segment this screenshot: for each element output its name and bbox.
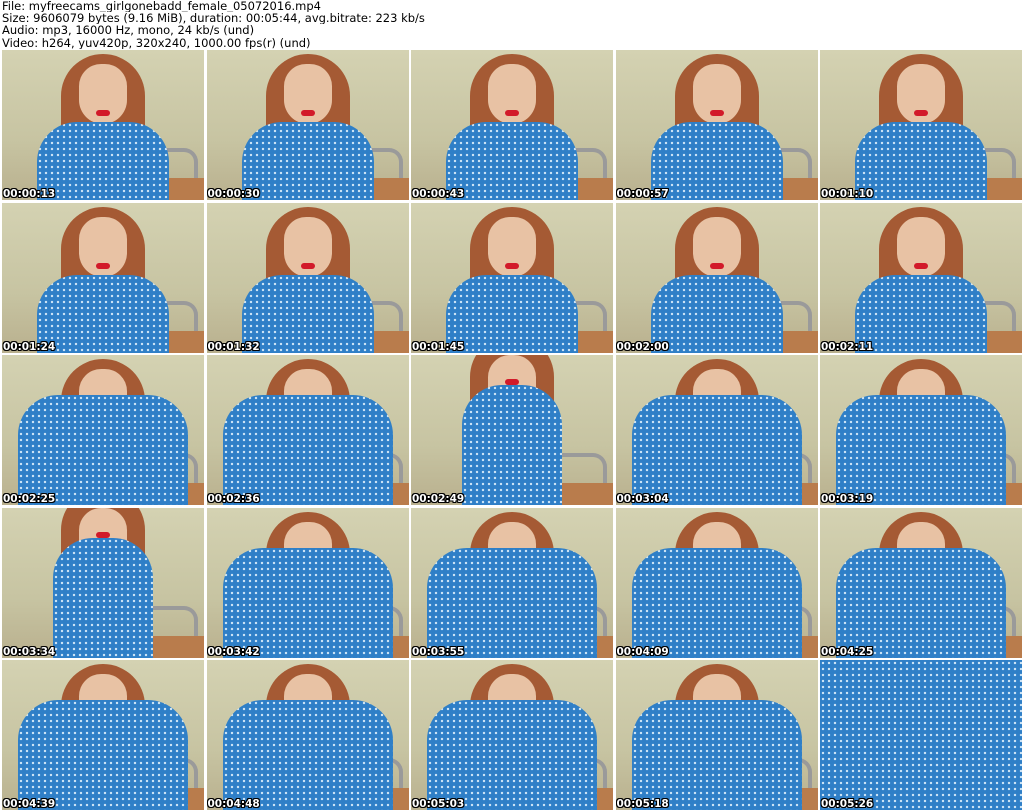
thumbnail-dress xyxy=(650,274,783,353)
thumbnail-lips xyxy=(96,262,110,269)
thumbnail-lips xyxy=(300,110,315,116)
video-thumbnail: 00:00:13 xyxy=(2,50,204,200)
audio-info-line: Audio: mp3, 16000 Hz, mono, 24 kb/s (und… xyxy=(2,24,255,37)
thumbnail-dress xyxy=(53,537,153,658)
thumbnail-timestamp: 00:00:13 xyxy=(3,188,56,200)
video-thumbnail: 00:00:30 xyxy=(206,50,409,200)
file-size-line: Size: 9606079 bytes (9.16 MiB), duration… xyxy=(2,12,425,25)
thumbnail-timestamp: 00:03:19 xyxy=(821,493,874,505)
thumbnail-lips xyxy=(914,262,928,269)
thumbnail-timestamp: 00:03:34 xyxy=(3,645,56,658)
thumbnail-lips xyxy=(96,110,110,116)
thumbnail-timestamp: 00:00:30 xyxy=(207,188,260,200)
thumbnail-lips xyxy=(709,262,724,269)
video-thumbnail: 00:00:57 xyxy=(615,50,818,200)
video-thumbnail: 00:04:25 xyxy=(820,507,1022,658)
file-name-line: File: myfreecams_girlgonebadd_female_050… xyxy=(2,0,321,13)
thumbnail-timestamp: 00:04:39 xyxy=(3,798,56,810)
thumbnail-timestamp: 00:05:18 xyxy=(616,798,669,810)
video-thumbnail: 00:00:43 xyxy=(411,50,613,200)
thumbnail-timestamp: 00:02:00 xyxy=(616,340,669,353)
thumbnail-timestamp: 00:04:48 xyxy=(207,798,260,810)
thumbnail-timestamp: 00:03:55 xyxy=(412,645,465,658)
thumbnail-dress xyxy=(241,274,374,353)
thumbnail-dress xyxy=(18,395,188,505)
thumbnail-dress xyxy=(241,122,374,200)
thumbnail-dress xyxy=(222,547,393,658)
thumbnail-dress xyxy=(631,547,802,658)
thumbnail-dress xyxy=(631,395,802,505)
thumbnail-timestamp: 00:01:32 xyxy=(207,340,260,353)
thumbnail-dress xyxy=(427,547,597,658)
thumbnail-lips xyxy=(505,110,519,116)
video-thumbnail: 00:02:49 xyxy=(411,355,613,505)
thumbnail-dress xyxy=(222,700,393,810)
thumbnail-dress xyxy=(37,122,169,200)
thumbnail-dress xyxy=(446,274,578,353)
thumbnail-timestamp: 00:04:09 xyxy=(616,645,669,658)
thumbnail-timestamp: 00:03:42 xyxy=(207,645,260,658)
thumbnail-dress xyxy=(427,700,597,810)
thumbnail-timestamp: 00:05:26 xyxy=(821,798,874,810)
thumbnail-timestamp: 00:00:57 xyxy=(616,188,669,200)
thumbnail-lips xyxy=(505,262,519,269)
video-thumbnail: 00:04:09 xyxy=(615,507,818,658)
thumbnail-dress xyxy=(37,274,169,353)
thumbnail-lips xyxy=(914,110,928,116)
video-thumbnail: 00:05:18 xyxy=(615,660,818,810)
thumbnail-dress xyxy=(855,274,987,353)
video-thumbnail: 00:04:39 xyxy=(2,660,204,810)
thumbnail-timestamp: 00:05:03 xyxy=(412,798,465,810)
video-thumbnail: 00:03:19 xyxy=(820,355,1022,505)
thumbnail-timestamp: 00:03:04 xyxy=(616,493,669,505)
thumbnail-lips xyxy=(300,262,315,269)
thumbnail-lips xyxy=(709,110,724,116)
video-thumbnail: 00:03:42 xyxy=(206,507,409,658)
video-thumbnail: 00:05:03 xyxy=(411,660,613,810)
thumbnail-timestamp: 00:02:36 xyxy=(207,493,260,505)
thumbnail-timestamp: 00:00:43 xyxy=(412,188,465,200)
thumbnail-timestamp: 00:02:25 xyxy=(3,493,56,505)
video-thumbnail: 00:01:45 xyxy=(411,202,613,353)
file-info-header: File: myfreecams_girlgonebadd_female_050… xyxy=(2,0,1020,50)
video-thumbnail: 00:01:24 xyxy=(2,202,204,353)
thumbnail-timestamp: 00:04:25 xyxy=(821,645,874,658)
video-thumbnail: 00:02:36 xyxy=(206,355,409,505)
thumbnail-dress xyxy=(462,385,562,505)
thumbnail-dress xyxy=(631,700,802,810)
thumbnail-timestamp: 00:01:45 xyxy=(412,340,465,353)
video-thumbnail: 00:03:04 xyxy=(615,355,818,505)
video-thumbnail: 00:02:00 xyxy=(615,202,818,353)
thumbnail-dress xyxy=(222,395,393,505)
thumbnail-timestamp: 00:01:24 xyxy=(3,340,56,353)
thumbnail-dress xyxy=(18,700,188,810)
thumbnail-dress xyxy=(650,122,783,200)
video-thumbnail: 00:01:32 xyxy=(206,202,409,353)
thumbnail-timestamp: 00:02:11 xyxy=(821,340,874,353)
video-thumbnail: 00:01:10 xyxy=(820,50,1022,200)
video-thumbnail: 00:02:25 xyxy=(2,355,204,505)
thumbnail-dress xyxy=(836,547,1006,658)
thumbnail-dress xyxy=(820,660,1022,810)
video-thumbnail: 00:05:26 xyxy=(820,660,1022,810)
thumbnail-timestamp: 00:02:49 xyxy=(412,493,465,505)
thumbnail-dress xyxy=(855,122,987,200)
video-thumbnail: 00:03:55 xyxy=(411,507,613,658)
thumbnail-dress xyxy=(446,122,578,200)
thumbnail-dress xyxy=(836,395,1006,505)
video-thumbnail: 00:03:34 xyxy=(2,507,204,658)
video-info-line: Video: h264, yuv420p, 320x240, 1000.00 f… xyxy=(2,36,311,49)
thumbnail-timestamp: 00:01:10 xyxy=(821,188,874,200)
video-thumbnail: 00:04:48 xyxy=(206,660,409,810)
thumbnail-lips xyxy=(96,531,110,538)
video-thumbnail: 00:02:11 xyxy=(820,202,1022,353)
thumbnail-grid: 00:00:13 00:00:30 00:00:43 00:00:57 00:01:10… xyxy=(2,50,1022,810)
